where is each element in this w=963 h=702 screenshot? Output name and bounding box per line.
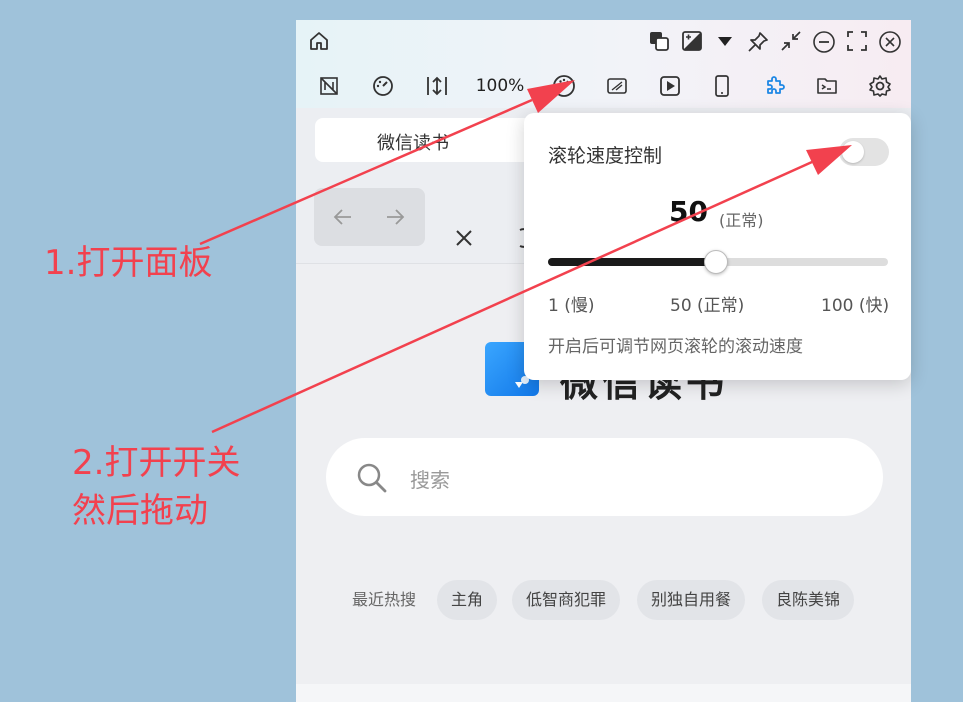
scroll-speed-panel: 滚轮速度控制 50 (正常) 1 (慢) 50 (正常) 100 (快) 开启后…	[524, 113, 911, 380]
settings-gear-icon[interactable]	[868, 74, 892, 98]
close-icon[interactable]	[878, 30, 902, 54]
video-play-icon[interactable]	[659, 75, 681, 97]
dark-mode-icon[interactable]	[606, 75, 628, 97]
speed-value-note: (正常)	[719, 211, 764, 230]
title-bar	[296, 20, 911, 64]
zoom-level[interactable]: 100%	[474, 76, 526, 96]
panel-description: 开启后可调节网页滚轮的滚动速度	[548, 337, 803, 357]
annotation-step2-line1: 2.打开开关	[72, 443, 241, 483]
nav-button-group	[314, 188, 425, 246]
speed-value: 50	[669, 195, 708, 228]
no-image-icon[interactable]	[318, 75, 340, 97]
scroll-speed-icon[interactable]	[552, 74, 576, 98]
shrink-icon[interactable]	[780, 30, 802, 52]
scroll-vertical-icon[interactable]	[425, 74, 449, 98]
search-box[interactable]: 搜索	[326, 438, 883, 516]
forward-arrow-icon[interactable]	[384, 206, 406, 228]
mobile-view-icon[interactable]	[711, 75, 733, 97]
slider-max-label: 100 (快)	[821, 296, 890, 316]
tab-title: 微信读书	[377, 133, 449, 154]
fullscreen-icon[interactable]	[846, 30, 868, 52]
home-icon[interactable]	[308, 30, 330, 52]
minimize-icon[interactable]	[812, 30, 836, 54]
bottom-strip	[296, 684, 911, 702]
hot-search-label: 最近热搜	[352, 590, 417, 609]
hot-search-chip[interactable]: 低智商犯罪	[512, 580, 621, 620]
contrast-icon[interactable]	[681, 30, 703, 52]
dropdown-icon[interactable]	[716, 32, 734, 50]
terminal-icon[interactable]	[816, 75, 838, 97]
annotation-step2-line2: 然后拖动	[72, 491, 208, 531]
hot-search-chip[interactable]: 良陈美锦	[762, 580, 855, 620]
search-icon	[356, 462, 388, 494]
hot-search-chip[interactable]: 主角	[437, 580, 498, 620]
extensions-puzzle-icon[interactable]	[763, 74, 787, 98]
search-placeholder: 搜索	[410, 468, 450, 492]
speed-meter-icon[interactable]	[372, 75, 394, 97]
slider-min-label: 1 (慢)	[548, 296, 595, 316]
extension-toolbar: 100%	[296, 64, 911, 108]
pin-icon[interactable]	[746, 30, 770, 54]
annotation-step1: 1.打开面板	[44, 243, 213, 283]
toggle-knob	[842, 141, 864, 163]
slider-fill	[548, 258, 716, 266]
tab-weread[interactable]: 微信读书 ×	[315, 118, 548, 162]
switch-window-icon[interactable]	[648, 30, 670, 52]
back-arrow-icon[interactable]	[332, 206, 354, 228]
panel-title: 滚轮速度控制	[548, 145, 663, 167]
stop-loading-icon[interactable]	[454, 228, 474, 248]
hot-search-chip[interactable]: 别独自用餐	[637, 580, 746, 620]
speed-slider[interactable]	[548, 250, 888, 274]
slider-mid-label: 50 (正常)	[670, 296, 745, 316]
slider-thumb[interactable]	[704, 250, 728, 274]
scroll-speed-toggle[interactable]	[839, 138, 889, 166]
